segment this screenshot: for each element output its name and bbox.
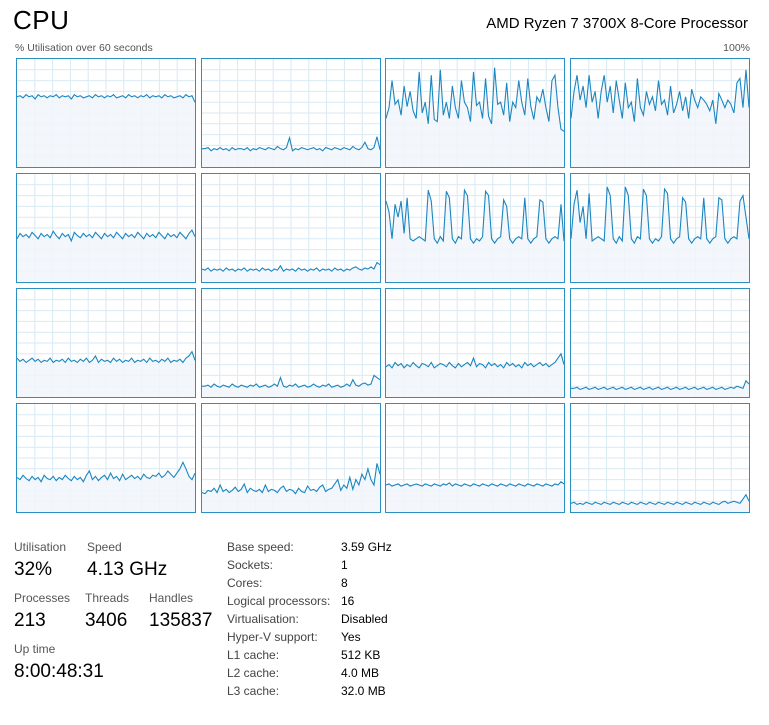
graph-gridlines (201, 174, 380, 282)
sockets-value: 1 (341, 558, 348, 572)
cpu-graph-2[interactable] (200, 58, 381, 168)
cores-value: 8 (341, 576, 348, 590)
base-speed-value: 3.59 GHz (341, 540, 392, 554)
utilisation-area (386, 481, 565, 512)
handles-label: Handles (149, 591, 194, 605)
cpu-graph-15[interactable] (385, 403, 566, 513)
hyperv-label: Hyper-V support: (227, 630, 318, 644)
processor-name: AMD Ryzen 7 3700X 8-Core Processor (486, 15, 748, 32)
utilisation-area (17, 94, 195, 167)
uptime-value: 8:00:48:31 (14, 661, 104, 682)
threads-label: Threads (85, 591, 130, 605)
cpu-graph-plot (201, 404, 380, 512)
cpu-graph-13[interactable] (16, 403, 196, 513)
graph-caption: % Utilisation over 60 seconds (15, 42, 153, 54)
processes-value: 213 (14, 610, 46, 631)
cpu-graph-plot (17, 289, 195, 397)
cpu-graph-4[interactable] (569, 58, 750, 168)
cpu-graph-plot (17, 404, 195, 512)
cpu-graph-plot (17, 174, 195, 282)
cpu-graph-plot (570, 404, 749, 512)
utilisation-value: 32% (14, 559, 53, 580)
l2-cache-value: 4.0 MB (341, 666, 380, 680)
cpu-graph-14[interactable] (200, 403, 381, 513)
cpu-graph-5[interactable] (16, 173, 196, 283)
cpu-graph-plot (386, 59, 565, 167)
l3-cache-value: 32.0 MB (341, 684, 386, 698)
sockets-label: Sockets: (227, 558, 274, 572)
l1-cache-label: L1 cache: (227, 648, 280, 662)
page-title: CPU (13, 5, 70, 35)
cpu-graph-11[interactable] (385, 288, 566, 398)
logical-processors-label: Logical processors: (227, 594, 331, 608)
uptime-label: Up time (14, 642, 56, 656)
cpu-graph-9[interactable] (16, 288, 196, 398)
handles-value: 135837 (149, 610, 213, 631)
logical-processor-graphs[interactable] (16, 58, 750, 514)
virtualisation-value: Disabled (341, 612, 388, 626)
speed-value: 4.13 GHz (87, 559, 168, 580)
cpu-graph-plot (570, 174, 749, 282)
cpu-graph-plot (17, 59, 195, 167)
cpu-graph-plot (386, 174, 565, 282)
cpu-graph-plot (570, 289, 749, 397)
cpu-graph-10[interactable] (200, 288, 381, 398)
cpu-graph-16[interactable] (569, 403, 750, 513)
utilisation-area (17, 230, 195, 282)
graph-gridlines (570, 404, 749, 512)
l1-cache-value: 512 KB (341, 648, 381, 662)
cpu-graph-3[interactable] (385, 58, 566, 168)
cpu-graph-8[interactable] (569, 173, 750, 283)
l2-cache-label: L2 cache: (227, 666, 280, 680)
cpu-graph-plot (386, 289, 565, 397)
cpu-graph-plot (570, 59, 749, 167)
graph-gridlines (570, 289, 749, 397)
virtualisation-label: Virtualisation: (227, 612, 299, 626)
cpu-graph-12[interactable] (569, 288, 750, 398)
logical-processors-value: 16 (341, 594, 355, 608)
cpu-graph-plot (386, 404, 565, 512)
utilisation-label: Utilisation (14, 540, 67, 554)
base-speed-label: Base speed: (227, 540, 294, 554)
cpu-graph-plot (201, 289, 380, 397)
speed-label: Speed (87, 540, 122, 554)
l3-cache-label: L3 cache: (227, 684, 280, 698)
processes-label: Processes (14, 591, 71, 605)
cpu-graph-7[interactable] (385, 173, 566, 283)
cpu-graph-6[interactable] (200, 173, 381, 283)
threads-value: 3406 (85, 610, 128, 631)
graph-max-label: 100% (723, 42, 750, 54)
cpu-graph-1[interactable] (16, 58, 196, 168)
cpu-graph-plot (201, 174, 380, 282)
hyperv-value: Yes (341, 630, 361, 644)
cpu-graph-plot (201, 59, 380, 167)
cores-label: Cores: (227, 576, 263, 590)
